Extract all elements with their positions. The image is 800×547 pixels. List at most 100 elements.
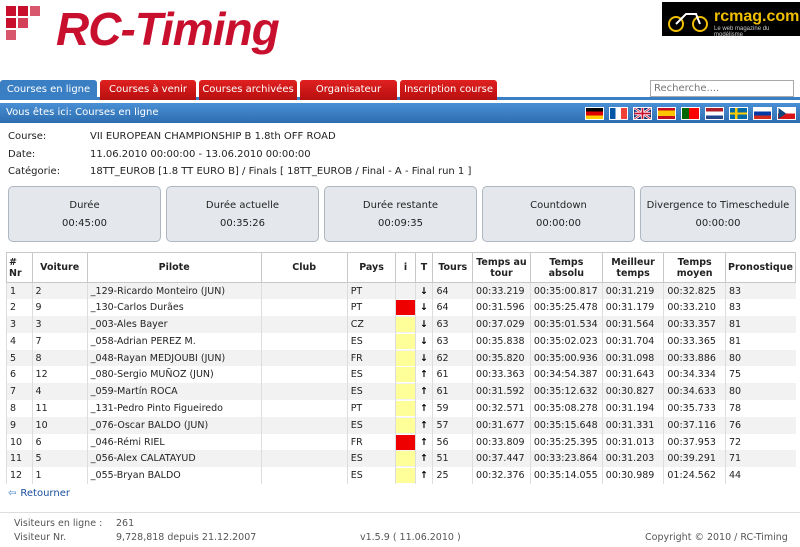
table-row[interactable]: 11 5 _056-Alex CALATAYUD ES ↑ 51 00:37.447 00:3… bbox=[6, 450, 796, 468]
cell-temps-tour: 00:31.592 bbox=[472, 383, 531, 401]
sweden-flag-icon[interactable] bbox=[729, 106, 748, 120]
cell-pronostique: 83 bbox=[724, 282, 796, 300]
arrow-up-icon: ↑ bbox=[414, 450, 433, 468]
cell-temps-tour: 00:31.677 bbox=[472, 416, 531, 434]
netherlands-flag-icon[interactable] bbox=[705, 106, 724, 120]
site-header: RC-Timing rcmag.com Le web magazine du m… bbox=[0, 0, 800, 78]
tab-organisateur[interactable]: Organisateur bbox=[300, 80, 397, 100]
logo-text[interactable]: RC-Timing bbox=[56, 2, 280, 56]
cell-info bbox=[395, 349, 416, 367]
table-row[interactable]: 6 12 _080-Sergio MUÑOZ (JUN) ES ↑ 61 00:33.363… bbox=[6, 366, 796, 384]
portugal-flag-icon[interactable] bbox=[681, 106, 700, 120]
arrow-down-icon: ↓ bbox=[414, 332, 433, 350]
cell-meilleur-temps: 00:31.203 bbox=[601, 450, 664, 468]
back-link[interactable]: ⇦ Retourner bbox=[8, 488, 70, 499]
cell-temps-absolu: 00:35:00.936 bbox=[529, 349, 603, 367]
uk-flag-icon[interactable] bbox=[633, 106, 652, 120]
cell-pronostique: 72 bbox=[724, 433, 796, 451]
russia-flag-icon[interactable] bbox=[753, 106, 772, 120]
arrow-up-icon: ↑ bbox=[414, 467, 433, 485]
timer-boxes: Durée 00:45:00 Durée actuelle 00:35:26 D… bbox=[8, 186, 796, 242]
col-header-pronostique[interactable]: Pronostique bbox=[724, 252, 797, 283]
cell-club bbox=[260, 416, 348, 434]
cell-temps-absolu: 00:35:14.055 bbox=[529, 467, 603, 485]
col-header-pays[interactable]: Pays bbox=[346, 252, 397, 283]
cell-temps-moyen: 00:33.886 bbox=[663, 349, 726, 367]
czech-flag-icon[interactable] bbox=[777, 106, 796, 120]
tab-inscription-course[interactable]: Inscription course bbox=[400, 80, 497, 100]
cell-tours: 56 bbox=[432, 433, 473, 451]
cell-temps-moyen: 01:24.562 bbox=[663, 467, 726, 485]
table-row[interactable]: 4 7 _058-Adrian PEREZ M. ES ↓ 63 00:35.838 00:3… bbox=[6, 332, 796, 350]
cell-tours: 51 bbox=[432, 450, 473, 468]
table-row[interactable]: 7 4 _059-Martín ROCA ES ↑ 61 00:31.592 00:35:12… bbox=[6, 383, 796, 401]
info-status-swatch bbox=[396, 284, 414, 299]
info-status-swatch bbox=[396, 350, 415, 366]
date-value: 11.06.2010 00:00:00 - 13.06.2010 00:00:0… bbox=[90, 149, 311, 160]
table-row[interactable]: 3 3 _003-Ales Bayer CZ ↓ 63 00:37.029 00:35:01.… bbox=[6, 316, 796, 333]
cell-voiture: 6 bbox=[31, 433, 88, 451]
arrow-left-icon: ⇦ bbox=[8, 488, 17, 499]
cell-pilote: _048-Rayan MEDJOUBI (JUN) bbox=[86, 349, 262, 367]
tab-courses-archivees[interactable]: Courses archivées bbox=[199, 80, 297, 100]
col-header-trend[interactable]: T bbox=[414, 252, 434, 283]
cell-info bbox=[395, 433, 416, 451]
search-input[interactable] bbox=[650, 80, 794, 97]
col-header-temps-moyen[interactable]: Temps moyen bbox=[663, 252, 726, 283]
tab-courses-en-ligne[interactable]: Courses en ligne bbox=[0, 80, 97, 100]
timer-value: 00:35:26 bbox=[220, 218, 265, 229]
col-header-nr[interactable]: # Nr bbox=[6, 252, 33, 283]
info-status-swatch bbox=[396, 434, 415, 450]
arrow-down-icon: ↓ bbox=[414, 299, 433, 317]
col-header-meilleur-temps[interactable]: Meilleur temps bbox=[601, 252, 665, 283]
cell-voiture: 5 bbox=[31, 450, 88, 468]
cell-pronostique: 75 bbox=[724, 366, 796, 384]
cell-meilleur-temps: 00:31.331 bbox=[601, 416, 664, 434]
cell-nr: 8 bbox=[6, 400, 33, 417]
timer-box-countdown: Countdown 00:00:00 bbox=[482, 186, 635, 242]
breadcrumb-bar: Vous êtes ici: Courses en ligne bbox=[0, 103, 800, 123]
cell-tours: 61 bbox=[432, 366, 473, 384]
cell-voiture: 3 bbox=[31, 316, 88, 333]
france-flag-icon[interactable] bbox=[609, 106, 628, 120]
rcmag-banner[interactable]: rcmag.com Le web magazine du modélisme bbox=[662, 2, 800, 38]
cell-temps-moyen: 00:33.365 bbox=[663, 332, 726, 350]
cell-voiture: 12 bbox=[31, 366, 88, 384]
spain-flag-icon[interactable] bbox=[657, 106, 676, 120]
cell-meilleur-temps: 00:31.194 bbox=[601, 400, 664, 417]
table-row[interactable]: 1 2 _129-Ricardo Monteiro (JUN) PT ↓ 64 00:33.… bbox=[6, 282, 796, 300]
cell-pays: PT bbox=[346, 282, 396, 300]
table-row[interactable]: 8 11 _131-Pedro Pinto Figueiredo PT ↑ 59 00:32… bbox=[6, 400, 796, 417]
cell-tours: 57 bbox=[432, 416, 473, 434]
table-row[interactable]: 12 1 _055-Bryan BALDO ES ↑ 25 00:32.376 00:35:1… bbox=[6, 467, 796, 485]
cell-voiture: 7 bbox=[31, 332, 88, 350]
logo-icon[interactable] bbox=[6, 6, 50, 46]
cell-nr: 5 bbox=[6, 349, 33, 367]
visitors-online-value: 261 bbox=[116, 518, 135, 529]
col-header-temps-absolu[interactable]: Temps absolu bbox=[529, 252, 603, 283]
results-body: 1 2 _129-Ricardo Monteiro (JUN) PT ↓ 64 00:33.… bbox=[6, 282, 796, 485]
timer-value: 00:00:00 bbox=[695, 218, 741, 229]
cell-temps-tour: 00:35.820 bbox=[472, 349, 531, 367]
table-row[interactable]: 10 6 _046-Rémi RIEL FR ↑ 56 00:33.809 00:35:25.… bbox=[6, 433, 796, 451]
timer-title: Durée actuelle bbox=[205, 200, 280, 211]
table-row[interactable]: 5 8 _048-Rayan MEDJOUBI (JUN) FR ↓ 62 00:35.82… bbox=[6, 349, 796, 367]
table-row[interactable]: 2 9 _130-Carlos Durães PT ↓ 64 00:31.596 00:35:… bbox=[6, 299, 796, 317]
cell-pays: CZ bbox=[346, 316, 396, 333]
col-header-info[interactable]: i bbox=[395, 252, 416, 283]
cell-club bbox=[260, 282, 348, 300]
germany-flag-icon[interactable] bbox=[585, 106, 604, 120]
cell-club bbox=[260, 383, 348, 401]
cell-voiture: 4 bbox=[31, 383, 88, 401]
cell-temps-moyen: 00:32.825 bbox=[663, 282, 726, 300]
col-header-club[interactable]: Club bbox=[260, 252, 348, 283]
col-header-voiture[interactable]: Voiture bbox=[31, 252, 88, 283]
col-header-tours[interactable]: Tours bbox=[432, 252, 474, 283]
table-row[interactable]: 9 10 _076-Oscar BALDO (JUN) ES ↑ 57 00:31.677 0… bbox=[6, 416, 796, 434]
col-header-temps-tour[interactable]: Temps au tour bbox=[472, 252, 531, 283]
cell-pilote: _080-Sergio MUÑOZ (JUN) bbox=[86, 366, 262, 384]
tab-courses-a-venir[interactable]: Courses à venir bbox=[100, 80, 196, 100]
cell-tours: 62 bbox=[432, 349, 473, 367]
cell-temps-absolu: 00:33:23.864 bbox=[529, 450, 603, 468]
col-header-pilote[interactable]: Pilote bbox=[86, 252, 262, 283]
